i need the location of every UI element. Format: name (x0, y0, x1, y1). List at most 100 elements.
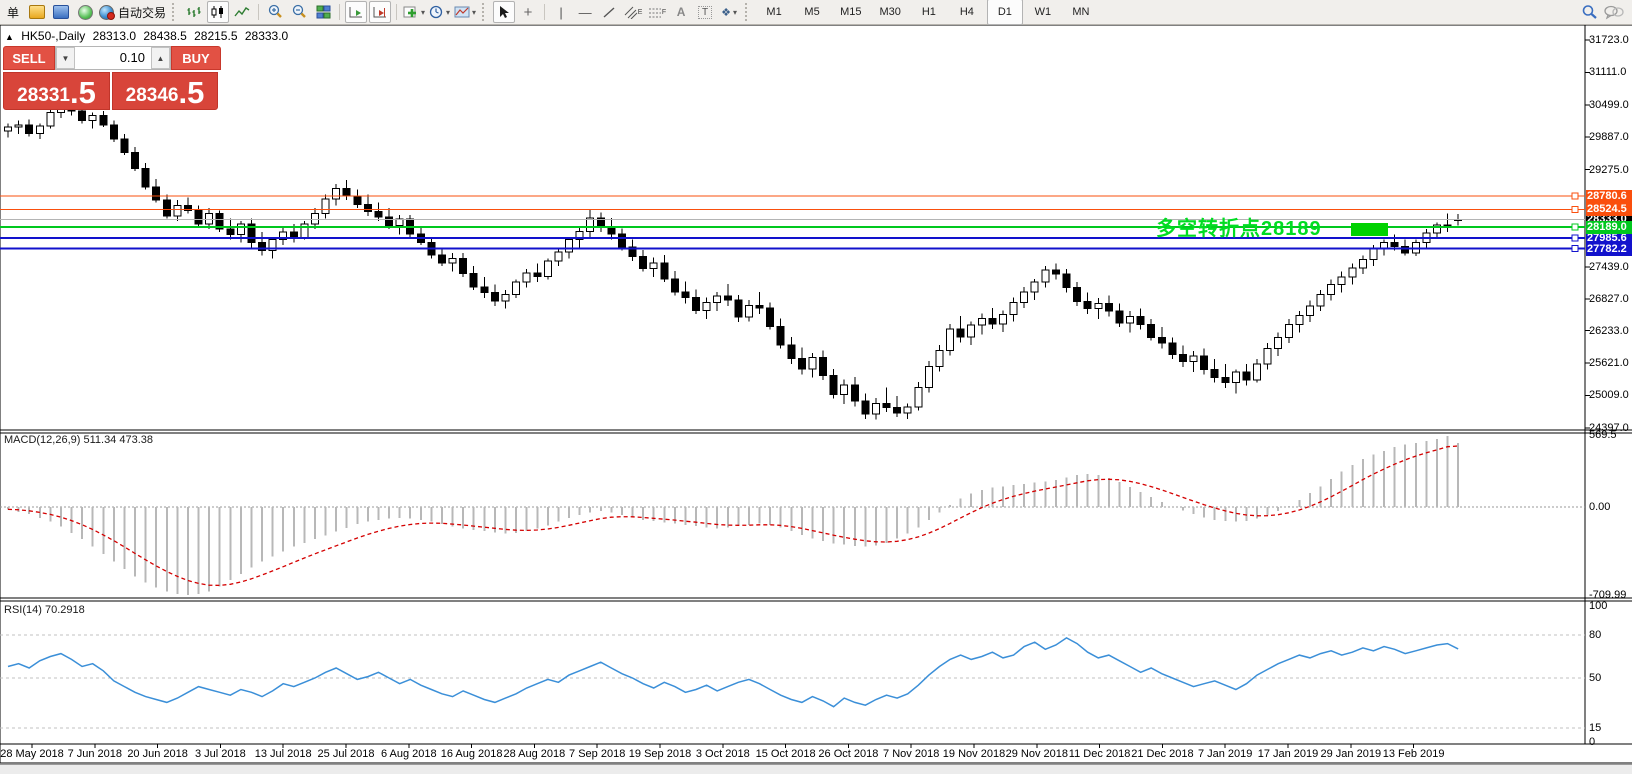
arrows-button[interactable]: ❖ ▾ (718, 1, 740, 23)
cursor-icon (500, 6, 510, 18)
annotation-box (1351, 222, 1388, 236)
candle (1104, 302, 1113, 312)
candle (1221, 376, 1230, 384)
chevron-down-icon: ▾ (446, 7, 451, 17)
text-tool-button[interactable]: A (670, 1, 692, 23)
candle (1327, 284, 1336, 295)
candle (342, 187, 351, 197)
candle (152, 186, 161, 201)
indicators-button[interactable]: ▾ (402, 1, 426, 23)
timeframe-h1[interactable]: H1 (911, 0, 947, 25)
mt4-window: 单 自动交易 ▾ ▾ ▾ + | — E F A T ❖ ▾ M1 M5 M15… (0, 0, 1632, 774)
zoom-out-button[interactable] (288, 1, 310, 23)
volume-input[interactable]: 0.10 (75, 47, 151, 69)
chart-shift-icon (373, 7, 387, 18)
candle (363, 203, 372, 213)
market-watch-button[interactable] (26, 1, 48, 23)
text-label-button[interactable]: T (694, 1, 716, 23)
date-label: 26 Oct 2018 (818, 748, 879, 760)
data-window-button[interactable] (50, 1, 72, 23)
signals-button[interactable] (74, 1, 96, 23)
toolbar-grip (172, 3, 178, 21)
bar-chart-button[interactable] (183, 1, 205, 23)
auto-trading-icon (99, 5, 115, 20)
tile-windows-button[interactable] (312, 1, 334, 23)
timeframe-m1[interactable]: M1 (756, 0, 792, 25)
candle (1337, 276, 1346, 286)
candle (766, 307, 775, 328)
candle (120, 138, 129, 153)
line-chart-button[interactable] (231, 1, 253, 23)
level-price-label: 28780.6 (1586, 189, 1632, 203)
sell-price[interactable]: 28331.5 (3, 72, 110, 110)
timeframe-h4[interactable]: H4 (949, 0, 985, 25)
collapse-panel-icon[interactable]: ▲ (5, 32, 14, 42)
timeframe-m5[interactable]: M5 (794, 0, 830, 25)
volume-increase-button[interactable]: ▲ (151, 47, 170, 69)
new-order-button[interactable]: 单 (2, 1, 24, 23)
candle (998, 313, 1007, 325)
auto-scroll-button[interactable] (345, 1, 368, 23)
zoom-in-icon (268, 4, 282, 18)
sell-price-main: 28331 (17, 85, 70, 106)
candle (490, 292, 499, 302)
zoom-in-button[interactable] (264, 1, 286, 23)
horizontal-line-button[interactable]: — (574, 1, 596, 23)
trendline-button[interactable] (598, 1, 620, 23)
candle (437, 254, 446, 264)
price-tick-label: 31723.0 (1589, 34, 1629, 46)
pivot-annotation[interactable]: 多空转折点28189 (1156, 212, 1322, 241)
date-label: 11 Dec 2018 (1068, 748, 1131, 760)
date-label: 13 Feb 2019 (1382, 748, 1445, 760)
symbol-search-button[interactable] (1579, 1, 1601, 23)
candlestick-chart-button[interactable] (207, 1, 230, 23)
crosshair-button[interactable]: + (517, 1, 539, 23)
cursor-button[interactable] (493, 1, 516, 23)
candle (649, 262, 658, 269)
date-label: 25 Jul 2018 (317, 748, 375, 760)
buy-price[interactable]: 28346.5 (112, 72, 218, 110)
timeframe-d1[interactable]: D1 (986, 0, 1023, 25)
auto-trading-label: 自动交易 (118, 5, 167, 20)
new-order-label: 单 (6, 5, 19, 20)
candle (300, 223, 309, 239)
fibonacci-button[interactable]: F (646, 1, 668, 23)
candle (99, 114, 108, 126)
templates-button[interactable]: ▾ (453, 1, 477, 23)
sell-button[interactable]: SELL (3, 46, 55, 70)
volume-decrease-button[interactable]: ▼ (56, 47, 75, 69)
vertical-line-button[interactable]: | (550, 1, 572, 23)
caret-up-icon: ▲ (156, 53, 165, 63)
toolbar-separator (339, 4, 341, 20)
price-tick-label: 30499.0 (1589, 98, 1629, 111)
timeframe-m30[interactable]: M30 (871, 0, 908, 25)
timeframe-bar: M1 M5 M15 M30 H1 H4 D1 W1 MN (755, 0, 1100, 25)
candle (1274, 337, 1283, 349)
candle (162, 199, 171, 217)
chart-canvas[interactable] (0, 25, 1632, 774)
candle (25, 124, 34, 134)
chart-shift-button[interactable] (369, 1, 392, 23)
buy-button[interactable]: BUY (171, 46, 221, 70)
candle (1316, 293, 1325, 307)
candle (1189, 355, 1198, 363)
timeframe-mn[interactable]: MN (1063, 0, 1099, 25)
periods-button[interactable]: ▾ (428, 1, 451, 23)
auto-trading-button[interactable]: 自动交易 (98, 1, 167, 23)
level-price-label: 27782.2 (1586, 242, 1632, 256)
clock-icon (429, 5, 443, 19)
candle (840, 384, 849, 395)
low-value: 28215.5 (194, 29, 238, 43)
candle (1369, 248, 1378, 260)
timeframe-m15[interactable]: M15 (832, 0, 869, 25)
candle (374, 211, 383, 218)
candle (310, 212, 319, 225)
candle (565, 239, 574, 253)
chat-button[interactable] (1603, 1, 1625, 23)
price-tick-label: 25009.0 (1589, 389, 1629, 402)
equidistant-channel-button[interactable]: E (622, 1, 644, 23)
timeframe-w1[interactable]: W1 (1025, 0, 1061, 25)
signals-icon (77, 4, 93, 20)
candle (533, 272, 542, 277)
candlestick-chart-icon (211, 6, 224, 18)
